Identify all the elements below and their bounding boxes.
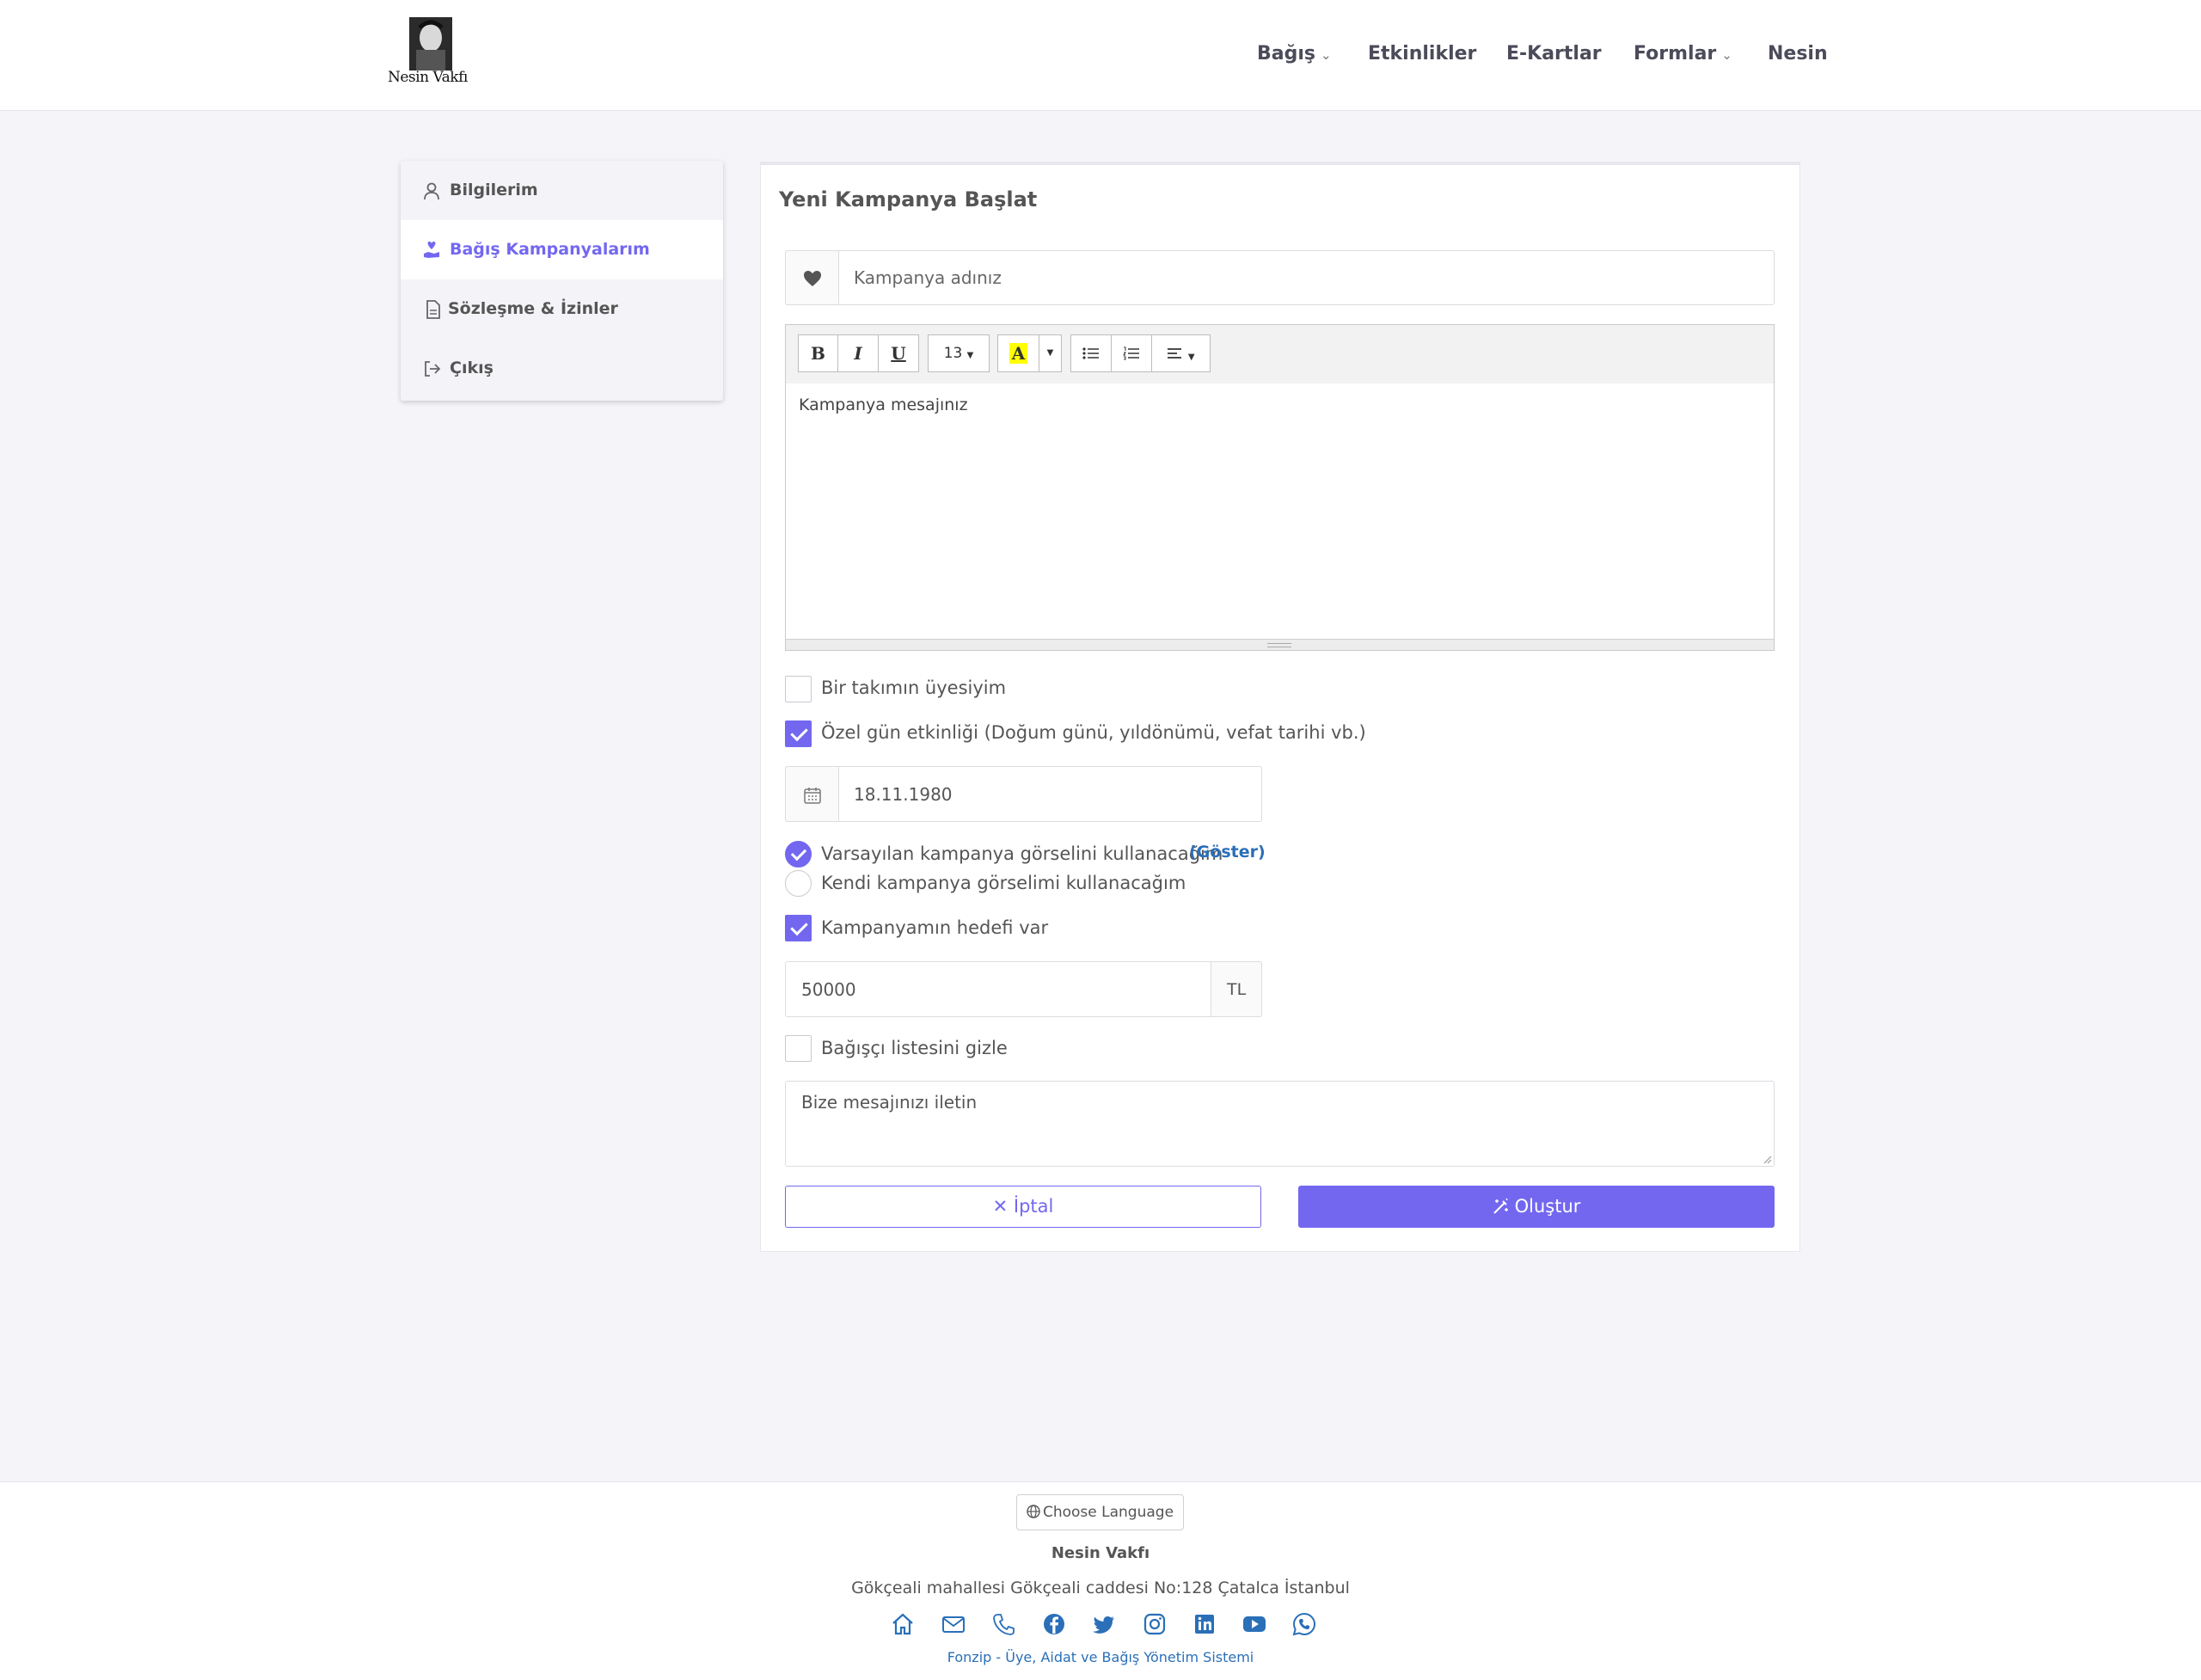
calendar-icon — [804, 788, 821, 804]
footer-address: Gökçeali mahallesi Gökçeali caddesi No:1… — [851, 1579, 1350, 1597]
instagram-icon[interactable] — [1142, 1611, 1168, 1637]
underline-button[interactable]: U — [878, 334, 919, 372]
message-textarea[interactable]: Bize mesajınızı iletin — [785, 1081, 1775, 1167]
cancel-button[interactable]: ✕ İptal — [785, 1186, 1261, 1228]
nav-bagis[interactable]: Bağış ⌄ — [1257, 43, 1332, 64]
caret-down-icon: ▼ — [966, 351, 974, 360]
unordered-list-button[interactable] — [1070, 334, 1112, 372]
choose-language-button[interactable]: Choose Language — [1016, 1494, 1184, 1530]
paragraph-align-dropdown[interactable]: ▼ — [1151, 334, 1211, 372]
top-header — [0, 0, 2201, 111]
italic-button[interactable]: I — [837, 334, 879, 372]
nav-etkinlikler[interactable]: Etkinlikler — [1368, 43, 1476, 64]
sidebar-item-cikis[interactable]: Çıkış — [401, 339, 723, 398]
has-goal-checkbox[interactable] — [785, 915, 812, 941]
user-icon — [424, 182, 439, 200]
create-button-label: Oluştur — [1514, 1196, 1581, 1217]
special-day-label: Özel gün etkinliği (Doğum günü, yıldönüm… — [821, 722, 1366, 743]
date-addon — [785, 766, 839, 822]
currency-addon: TL — [1211, 961, 1262, 1017]
home-icon[interactable] — [890, 1611, 916, 1637]
default-image-radio[interactable] — [785, 841, 812, 868]
editor-content[interactable]: Kampanya mesajınız — [799, 395, 968, 414]
campaign-name-addon — [785, 250, 839, 305]
nav-nesin-label: Nesin — [1768, 43, 1828, 64]
date-input[interactable]: 18.11.1980 — [854, 784, 953, 805]
editor-toolbar: B I U 13 ▼ A ▼ ▼ — [786, 325, 1774, 383]
color-dropdown-button[interactable]: ▼ — [1039, 334, 1062, 372]
rich-text-editor[interactable]: B I U 13 ▼ A ▼ ▼ Kampanya mesajınız — [785, 324, 1775, 651]
message-placeholder: Bize mesajınızı iletin — [801, 1092, 978, 1113]
nav-bagis-label: Bağış — [1257, 43, 1315, 64]
youtube-icon[interactable] — [1242, 1611, 1267, 1637]
mail-icon[interactable] — [941, 1611, 966, 1637]
font-size-dropdown[interactable]: 13 ▼ — [928, 334, 990, 372]
sidebar-item-label: Bilgilerim — [450, 181, 538, 199]
font-size-value: 13 — [943, 345, 963, 362]
own-image-label: Kendi kampanya görselimi kullanacağım — [821, 873, 1186, 893]
goal-group — [785, 961, 1262, 1017]
bullet-list-icon — [1082, 347, 1099, 359]
campaign-name-input[interactable]: Kampanya adınız — [854, 267, 1002, 288]
highlight-color-button[interactable]: A — [997, 334, 1039, 372]
numbered-list-icon — [1123, 346, 1139, 360]
choose-language-label: Choose Language — [1042, 1504, 1174, 1521]
facebook-icon[interactable] — [1041, 1611, 1067, 1637]
create-button[interactable]: Oluştur — [1298, 1186, 1775, 1228]
sidebar-item-label: Sözleşme & İzinler — [448, 299, 618, 318]
logout-icon — [425, 361, 440, 377]
sidebar-item-bilgilerim[interactable]: Bilgilerim — [401, 161, 723, 220]
resize-grip-icon[interactable] — [1762, 1154, 1772, 1164]
caret-down-icon: ▼ — [1046, 348, 1054, 358]
nav-e-kartlar[interactable]: E-Kartlar — [1506, 43, 1602, 64]
hand-heart-icon — [424, 241, 439, 258]
goal-input[interactable]: 50000 — [801, 979, 856, 1000]
phone-icon[interactable] — [991, 1611, 1017, 1637]
globe-icon — [1027, 1505, 1040, 1518]
caret-down-icon: ▼ — [1187, 353, 1195, 362]
hide-donors-checkbox[interactable] — [785, 1035, 812, 1062]
logo-text: Nesin Vakfı — [388, 69, 468, 86]
editor-resize-handle[interactable] — [786, 639, 1774, 650]
show-default-image-link[interactable]: (Göster) — [1189, 843, 1266, 861]
footer-org-name: Nesin Vakfı — [1051, 1544, 1150, 1562]
nav-etkinlikler-label: Etkinlikler — [1368, 43, 1477, 64]
chevron-down-icon: ⌄ — [1721, 47, 1732, 63]
nav-formlar-label: Formlar — [1634, 43, 1717, 64]
heart-icon — [804, 271, 821, 286]
nav-formlar[interactable]: Formlar ⌄ — [1634, 43, 1732, 64]
twitter-icon[interactable] — [1091, 1611, 1117, 1637]
grip-icon — [1267, 643, 1291, 647]
team-member-checkbox[interactable] — [785, 676, 812, 702]
linkedin-icon[interactable] — [1192, 1611, 1217, 1637]
currency-label: TL — [1227, 980, 1247, 999]
own-image-radio[interactable] — [785, 870, 812, 897]
whatsapp-icon[interactable] — [1291, 1611, 1317, 1637]
magic-wand-icon — [1493, 1198, 1508, 1214]
nav-e-kartlar-label: E-Kartlar — [1506, 43, 1602, 64]
chevron-down-icon: ⌄ — [1321, 47, 1332, 63]
document-icon — [426, 300, 440, 319]
page-title: Yeni Kampanya Başlat — [779, 187, 1038, 212]
special-day-checkbox[interactable] — [785, 720, 812, 747]
team-member-label: Bir takımın üyesiyim — [821, 678, 1007, 698]
nav-nesin[interactable]: Nesin — [1768, 43, 1828, 64]
ordered-list-button[interactable] — [1111, 334, 1152, 372]
sidebar-item-sozlesme-izinler[interactable]: Sözleşme & İzinler — [401, 279, 723, 339]
fonzip-brand-link[interactable]: Fonzip - Üye, Aidat ve Bağış Yönetim Sis… — [0, 1649, 2201, 1665]
has-goal-label: Kampanyamın hedefi var — [821, 917, 1049, 938]
hide-donors-label: Bağışçı listesini gizle — [821, 1038, 1008, 1058]
align-left-icon — [1168, 348, 1182, 359]
sidebar-item-label: Çıkış — [450, 359, 494, 377]
default-image-label: Varsayılan kampanya görselini kullanacağ… — [821, 843, 1223, 864]
sidebar-item-label: Bağış Kampanyalarım — [450, 240, 650, 259]
sidebar: Bilgilerim Bağış Kampanyalarım Sözleşme … — [401, 161, 723, 401]
highlight-icon: A — [1009, 343, 1028, 364]
bold-button[interactable]: B — [798, 334, 838, 372]
sidebar-item-bagis-kampanyalarim[interactable]: Bağış Kampanyalarım — [401, 220, 723, 279]
